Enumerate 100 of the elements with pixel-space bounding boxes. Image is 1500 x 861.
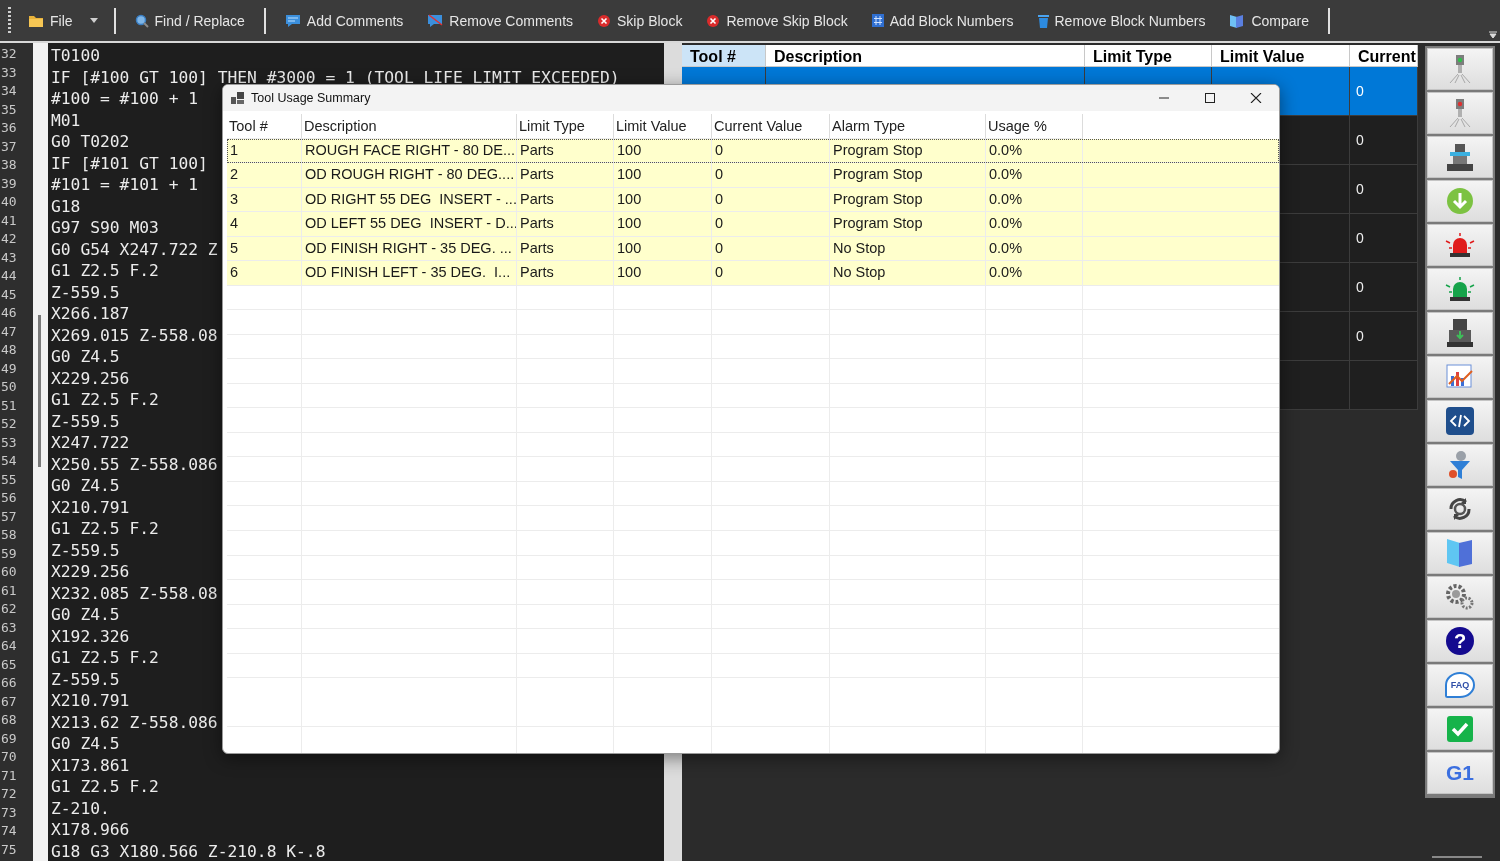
column-header[interactable]: Limit Type bbox=[1085, 45, 1212, 67]
table-cell: OD LEFT 55 DEG INSERT - D... bbox=[302, 212, 517, 237]
code-line: X173.861 bbox=[51, 755, 130, 775]
code-line: X229.256 bbox=[51, 368, 130, 388]
line-number: 53 bbox=[1, 434, 17, 450]
line-number: 62 bbox=[1, 601, 17, 616]
comment-icon bbox=[284, 13, 301, 28]
toolbar-button[interactable]: Add Comments bbox=[284, 8, 404, 33]
code-line: X232.085 Z-558.08 bbox=[51, 583, 218, 603]
table-cell: Parts bbox=[517, 163, 614, 188]
toolbar-button[interactable]: File bbox=[28, 8, 73, 33]
bin-icon bbox=[1037, 13, 1049, 28]
table-cell: 0 bbox=[712, 138, 830, 163]
folder-icon bbox=[28, 13, 44, 28]
line-number: 51 bbox=[1, 397, 17, 413]
table-row[interactable]: 1 ROUGH FACE RIGHT - 80 DE... Parts 100 0 Program Stop 0.0% bbox=[227, 138, 1279, 163]
tool-button[interactable]: ? bbox=[1427, 620, 1493, 662]
toolbar-button[interactable]: Skip Block bbox=[597, 8, 683, 33]
line-number: 67 bbox=[1, 693, 17, 709]
line-number: 60 bbox=[1, 564, 17, 579]
column-header[interactable]: Current bbox=[1350, 45, 1418, 67]
table-row[interactable]: 5 OD FINISH RIGHT - 35 DEG. ... Parts 100 0 No Stop 0.0% bbox=[227, 236, 1279, 261]
tool-button[interactable]: G1 bbox=[1427, 752, 1493, 794]
table-cell: Program Stop bbox=[830, 163, 986, 188]
line-number: 58 bbox=[1, 527, 17, 542]
tool-button[interactable] bbox=[1427, 224, 1493, 266]
line-number: 64 bbox=[1, 638, 17, 653]
tool-button[interactable]: FAQ bbox=[1427, 664, 1493, 706]
toolbar-button[interactable]: Remove Comments bbox=[427, 8, 574, 33]
code-line: G0 G54 X247.722 Z bbox=[51, 239, 218, 259]
line-number: 49 bbox=[1, 360, 17, 376]
table-cell: Parts bbox=[517, 236, 614, 261]
scrollbar-thumb[interactable] bbox=[38, 315, 41, 467]
line-number: 55 bbox=[1, 471, 17, 487]
column-header[interactable]: Usage % bbox=[986, 114, 1083, 139]
toolbar-button[interactable]: Remove Skip Block bbox=[706, 8, 848, 33]
tool-button[interactable] bbox=[1427, 136, 1493, 178]
line-number: 46 bbox=[1, 305, 17, 320]
toolbar-button[interactable]: Find / Replace bbox=[134, 8, 245, 33]
code-line: X178.966 bbox=[51, 820, 130, 839]
code-line: X250.55 Z-558.086 bbox=[51, 454, 218, 474]
column-header[interactable]: Tool # bbox=[682, 45, 766, 67]
column-header[interactable]: Limit Value bbox=[614, 114, 712, 139]
table-cell: No Stop bbox=[830, 236, 986, 261]
tool-button[interactable] bbox=[1427, 400, 1493, 442]
column-header[interactable]: Description bbox=[302, 114, 517, 139]
table-cell: 0 bbox=[1356, 328, 1364, 344]
column-header[interactable]: Tool # bbox=[227, 114, 302, 139]
machine-icon bbox=[1445, 142, 1475, 172]
code-line: T0100 bbox=[51, 46, 100, 65]
column-header[interactable]: Description bbox=[766, 45, 1085, 67]
table-row[interactable]: 6 OD FINISH LEFT - 35 DEG. I... Parts 100 0 No Stop 0.0% bbox=[227, 261, 1279, 286]
tool-button[interactable] bbox=[1427, 488, 1493, 530]
table-row[interactable]: 3 OD RIGHT 55 DEG INSERT - ... Parts 100 0 Program Stop 0.0% bbox=[227, 187, 1279, 212]
grip-handle[interactable] bbox=[8, 6, 11, 35]
line-number: 42 bbox=[1, 231, 17, 246]
tool-button[interactable] bbox=[1427, 576, 1493, 618]
table-cell: 0.0% bbox=[986, 163, 1083, 188]
download-icon bbox=[1446, 187, 1474, 215]
line-number: 33 bbox=[1, 64, 17, 80]
table-cell: 6 bbox=[227, 261, 302, 286]
code-line: G0 Z4.5 bbox=[51, 734, 120, 753]
line-number: 73 bbox=[1, 804, 17, 820]
table-cell: 0 bbox=[1356, 279, 1364, 295]
table-cell: 0 bbox=[712, 236, 830, 261]
table-cell: 0 bbox=[1356, 181, 1364, 197]
line-number: 37 bbox=[1, 138, 17, 154]
code-line: #101 = #101 + 1 bbox=[51, 175, 199, 194]
table-cell: 100 bbox=[614, 187, 712, 212]
line-number: 48 bbox=[1, 342, 17, 357]
table-cell: 0 bbox=[1356, 132, 1364, 148]
table-row[interactable]: 4 OD LEFT 55 DEG INSERT - D...Parts 100 0 Program Stop 0.0% bbox=[227, 212, 1279, 237]
column-header[interactable]: Limit Type bbox=[517, 114, 614, 139]
table-row[interactable]: 2 OD ROUGH RIGHT - 80 DEG.... Parts 100 0 Program Stop 0.0% bbox=[227, 163, 1279, 188]
code-line: Z-559.5 bbox=[51, 669, 120, 689]
table-cell: 100 bbox=[614, 261, 712, 286]
column-header[interactable]: Alarm Type bbox=[830, 114, 986, 139]
table-cell: 3 bbox=[227, 187, 302, 212]
line-number: 39 bbox=[1, 175, 17, 191]
toolbar-button[interactable]: Remove Block Numbers bbox=[1037, 8, 1206, 33]
table-cell: 0 bbox=[712, 187, 830, 212]
toolbar-button[interactable]: Compare bbox=[1229, 8, 1310, 33]
column-header[interactable]: Limit Value bbox=[1212, 45, 1350, 67]
toolbar-button[interactable]: Add Block Numbers bbox=[871, 8, 1014, 33]
code-line: G1 Z2.5 F.2 bbox=[51, 519, 159, 538]
line-number: 56 bbox=[1, 490, 17, 505]
table-cell: 4 bbox=[227, 212, 302, 237]
caret-icon[interactable] bbox=[89, 18, 98, 23]
pages-icon bbox=[1446, 538, 1474, 568]
code-line: Z-210. bbox=[51, 798, 110, 818]
code-line: G18 bbox=[51, 196, 81, 216]
spindle-icon bbox=[1447, 54, 1473, 84]
column-header[interactable]: Current Value bbox=[712, 114, 830, 139]
tool-button[interactable] bbox=[1427, 268, 1493, 310]
overflow-icon[interactable] bbox=[1489, 31, 1497, 39]
grid-icon bbox=[871, 14, 884, 27]
app-icon bbox=[231, 92, 245, 104]
line-number: 35 bbox=[1, 101, 17, 117]
x-circle-icon bbox=[706, 13, 721, 28]
tool-button[interactable] bbox=[1427, 312, 1493, 354]
